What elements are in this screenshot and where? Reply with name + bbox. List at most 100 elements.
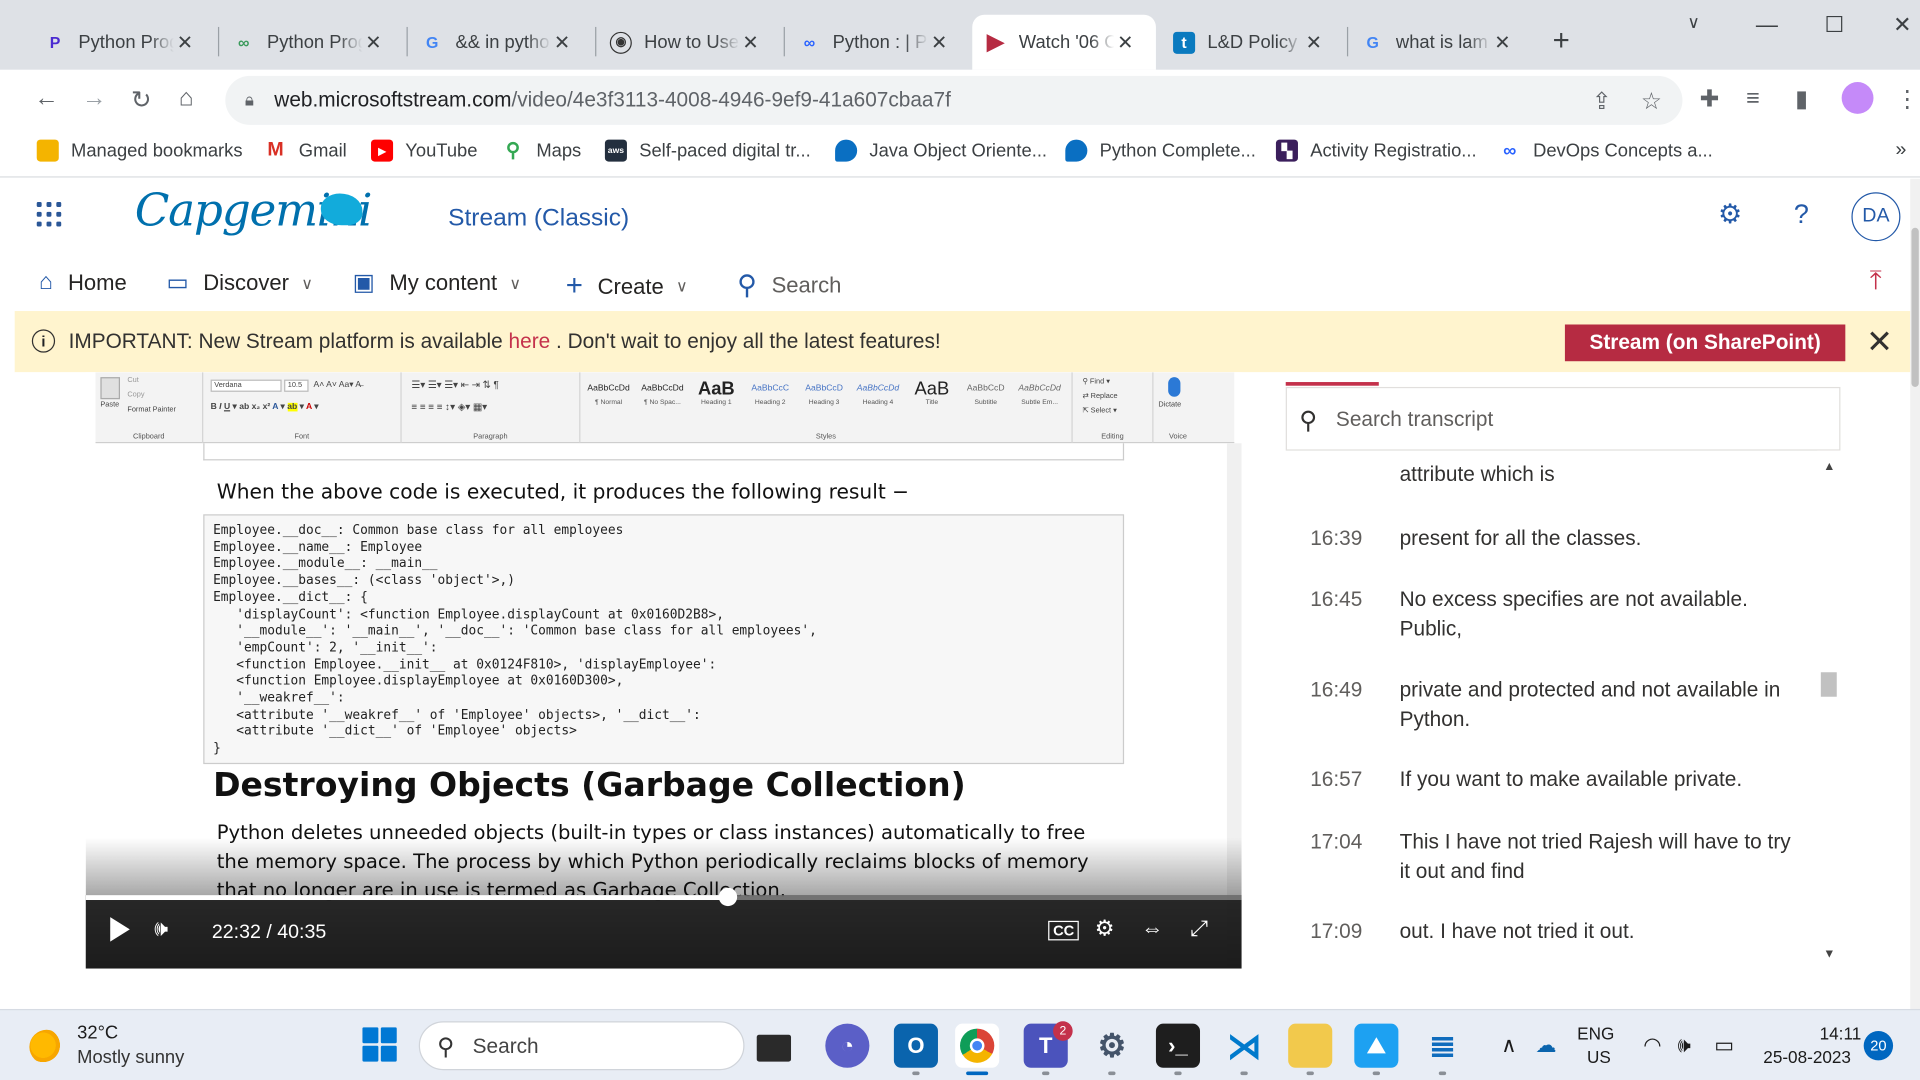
bookmark-item[interactable]: Java Object Oriente... <box>835 139 1047 162</box>
reload-icon[interactable]: ↻ <box>131 84 152 115</box>
photos-icon[interactable]: ⛰ <box>1354 1023 1399 1068</box>
scroll-down-icon[interactable]: ▼ <box>1823 948 1835 961</box>
file-explorer-icon[interactable] <box>1288 1023 1333 1068</box>
browser-tab[interactable]: ◉ How to Use ✕ <box>598 15 779 70</box>
bookmark-item[interactable]: M Gmail <box>264 140 346 162</box>
close-tab-icon[interactable]: ✕ <box>1491 30 1513 54</box>
forward-icon[interactable]: → <box>82 84 106 112</box>
nav-my-content[interactable]: ▣ My content ∨ <box>353 269 521 297</box>
clock-time[interactable]: 14:11 <box>1820 1024 1862 1044</box>
browser-tab[interactable]: ∞ Python : | P ✕ <box>786 15 967 70</box>
show-hidden-icons-chevron-icon[interactable]: ∧ <box>1501 1033 1516 1057</box>
windows-start-icon[interactable] <box>362 1027 397 1062</box>
reading-list-icon[interactable]: ≡ <box>1746 86 1760 113</box>
video-player[interactable]: Paste Cut Copy Format Painter Clipboard … <box>85 372 1242 969</box>
nav-home[interactable]: ⌂ Home <box>39 269 127 296</box>
language-indicator[interactable]: ENG <box>1577 1024 1614 1044</box>
browser-tab[interactable]: ∞ Python Programming ✕ <box>220 15 401 70</box>
battery-icon[interactable]: ▭ <box>1714 1033 1734 1057</box>
new-tab-button[interactable]: + <box>1553 24 1570 58</box>
close-tab-icon[interactable]: ✕ <box>1114 30 1136 54</box>
weather-description[interactable]: Mostly sunny <box>77 1047 184 1068</box>
weather-sun-icon[interactable] <box>29 1029 64 1065</box>
close-banner-icon[interactable]: ✕ <box>1866 323 1893 361</box>
nav-discover[interactable]: ▭ Discover ∨ <box>167 269 313 297</box>
bookmark-item[interactable]: ▚ Activity Registratio... <box>1275 139 1477 162</box>
chat-icon[interactable]: ◔ <box>825 1023 870 1068</box>
back-icon[interactable]: ← <box>34 84 58 112</box>
page-scrollbar[interactable] <box>1910 178 1920 1009</box>
theater-mode-icon[interactable]: ⇔ <box>1141 916 1163 942</box>
share-icon[interactable]: ⇪ <box>1592 88 1611 116</box>
settings-icon[interactable]: ⚙ <box>1090 1024 1134 1068</box>
scroll-up-icon[interactable]: ▲ <box>1823 460 1835 473</box>
captions-icon[interactable]: CC <box>1048 920 1080 941</box>
video-seek-thumb[interactable] <box>718 887 738 907</box>
settings-gear-icon[interactable]: ⚙ <box>1718 198 1742 230</box>
profile-avatar-icon[interactable] <box>1841 82 1874 114</box>
user-avatar[interactable]: DA <box>1851 192 1901 242</box>
page-scroll-thumb[interactable] <box>1911 227 1919 387</box>
close-tab-icon[interactable]: ✕ <box>928 30 950 54</box>
wifi-icon[interactable]: ◠ <box>1643 1033 1661 1057</box>
region-indicator[interactable]: US <box>1587 1047 1611 1067</box>
close-window-icon[interactable]: ✕ <box>1893 12 1911 38</box>
bookmark-item[interactable]: Managed bookmarks <box>36 139 243 162</box>
notification-badge[interactable]: 20 <box>1863 1031 1894 1061</box>
browser-tab[interactable]: t L&D Policy ✕ <box>1161 15 1342 70</box>
app-launcher-icon[interactable] <box>36 202 62 227</box>
volume-icon[interactable]: 🕪︎ <box>154 916 168 942</box>
close-tab-icon[interactable]: ✕ <box>1303 30 1325 54</box>
home-icon[interactable]: ⌂ <box>179 84 194 112</box>
stream-sharepoint-button[interactable]: Stream (on SharePoint) <box>1564 324 1846 362</box>
banner-here-link[interactable]: here <box>509 329 551 352</box>
menu-kebab-icon[interactable]: ⋮ <box>1896 86 1919 114</box>
weather-temperature[interactable]: 32°C <box>77 1022 118 1043</box>
side-panel-icon[interactable]: ▮ <box>1795 86 1808 114</box>
url-text[interactable]: web.microsoftstream.com/video/4e3f3113-4… <box>274 88 951 112</box>
clock-date[interactable]: 25-08-2023 <box>1763 1047 1851 1067</box>
browser-tab[interactable]: P Python Programming ✕ <box>32 15 213 70</box>
help-icon[interactable]: ? <box>1794 198 1809 230</box>
speaker-icon[interactable]: 🕪︎ <box>1678 1033 1691 1057</box>
taskbar-search[interactable]: ⚲ Search <box>418 1021 745 1071</box>
close-tab-icon[interactable]: ✕ <box>174 30 196 54</box>
tab-search-chevron-icon[interactable]: ∨ <box>1687 12 1700 33</box>
browser-tab-active[interactable]: ▶ Watch '06 C ✕ <box>972 14 1156 70</box>
bookmark-star-icon[interactable]: ☆ <box>1641 88 1662 116</box>
terminal-icon[interactable]: ›_ <box>1155 1023 1201 1068</box>
minimize-window-icon[interactable]: — <box>1756 12 1778 38</box>
bookmark-item[interactable]: aws Self-paced digital tr... <box>604 139 811 162</box>
nav-create[interactable]: + Create ∨ <box>566 269 688 303</box>
browser-tab[interactable]: G && in python ✕ <box>409 15 590 70</box>
chrome-icon[interactable] <box>955 1023 1000 1068</box>
bookmark-item[interactable]: Python Complete... <box>1065 139 1256 162</box>
transcript-search-input[interactable] <box>1335 405 1802 435</box>
task-view-icon[interactable] <box>756 1034 792 1062</box>
bookmark-item[interactable]: ⚲ Maps <box>502 140 581 161</box>
play-icon[interactable] <box>110 917 130 942</box>
vscode-icon[interactable]: ⋊ <box>1222 1024 1266 1068</box>
maximize-window-icon[interactable]: ☐ <box>1825 12 1845 38</box>
address-bar[interactable]: 🔒︎ web.microsoftstream.com/video/4e3f311… <box>225 75 1683 125</box>
bookmark-item[interactable]: ∞ DevOps Concepts a... <box>1499 140 1713 162</box>
transcript-scrollbar[interactable]: ▲ ▼ <box>1817 450 1841 969</box>
outlook-icon[interactable]: O <box>893 1023 938 1068</box>
extensions-icon[interactable]: ✚ <box>1700 86 1719 114</box>
transcript-scroll-thumb[interactable] <box>1820 672 1837 697</box>
back-to-top-icon[interactable]: ⤒ <box>1870 264 1882 296</box>
close-tab-icon[interactable]: ✕ <box>362 30 384 54</box>
video-seek-bar[interactable] <box>85 887 1242 907</box>
video-settings-gear-icon[interactable]: ⚙ <box>1095 916 1115 942</box>
close-tab-icon[interactable]: ✕ <box>551 30 573 54</box>
close-tab-icon[interactable]: ✕ <box>740 30 762 54</box>
product-name[interactable]: Stream (Classic) <box>448 204 629 232</box>
more-bookmarks-icon[interactable]: » <box>1896 140 1907 162</box>
fullscreen-icon[interactable]: ⤢ <box>1190 916 1208 942</box>
notepad-icon[interactable]: ≣ <box>1420 1023 1465 1068</box>
browser-tab[interactable]: G what is lam ✕ <box>1349 15 1530 70</box>
nav-search[interactable]: ⚲ Search <box>737 269 841 301</box>
transcript-search[interactable]: ⚲ <box>1285 386 1841 451</box>
onedrive-icon[interactable]: ☁ <box>1536 1033 1557 1057</box>
bookmark-item[interactable]: ▶ YouTube <box>371 139 477 162</box>
